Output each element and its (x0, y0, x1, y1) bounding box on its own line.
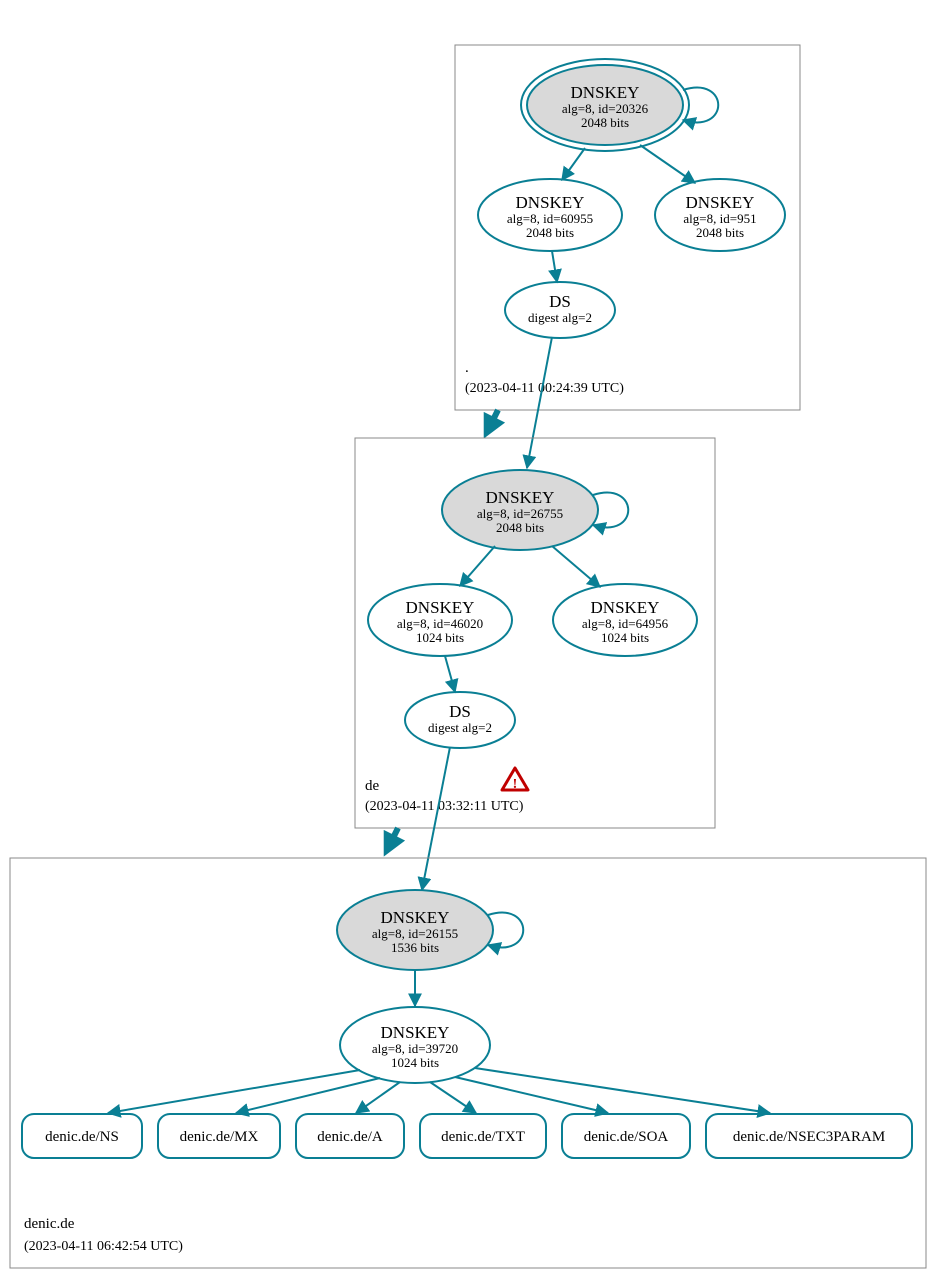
zone-de: de (2023-04-11 03:32:11 UTC) ! DNSKEY al… (355, 438, 715, 828)
edge-de-ksk-zsk2 (552, 546, 600, 587)
warning-icon[interactable]: ! (502, 768, 528, 792)
zone-denic-label: denic.de (24, 1216, 75, 1232)
node-denic-zsk[interactable]: DNSKEY alg=8, id=39720 1024 bits (340, 1007, 490, 1083)
zone-root: . (2023-04-11 00:24:39 UTC) DNSKEY alg=8… (455, 45, 800, 410)
edge-zsk-txt (430, 1082, 476, 1113)
record-nsec3param[interactable]: denic.de/NSEC3PARAM (706, 1114, 912, 1158)
zone-denic: denic.de (2023-04-11 06:42:54 UTC) DNSKE… (10, 858, 926, 1268)
svg-text:1024 bits: 1024 bits (601, 630, 649, 645)
svg-text:DS: DS (549, 292, 571, 311)
zone-de-timestamp: (2023-04-11 03:32:11 UTC) (365, 799, 524, 814)
node-root-zsk1[interactable]: DNSKEY alg=8, id=60955 2048 bits (478, 179, 622, 251)
node-de-zsk2[interactable]: DNSKEY alg=8, id=64956 1024 bits (553, 584, 697, 656)
zone-root-timestamp: (2023-04-11 00:24:39 UTC) (465, 381, 624, 396)
svg-text:alg=8, id=46020: alg=8, id=46020 (397, 616, 483, 631)
node-de-zsk1[interactable]: DNSKEY alg=8, id=46020 1024 bits (368, 584, 512, 656)
svg-text:DNSKEY: DNSKEY (516, 193, 585, 212)
edge-root-ds-to-de-ksk (527, 337, 552, 468)
svg-text:alg=8, id=20326: alg=8, id=20326 (562, 101, 649, 116)
edge-de-ds-to-denic-ksk (422, 747, 450, 890)
svg-text:DNSKEY: DNSKEY (381, 908, 450, 927)
record-ns[interactable]: denic.de/NS (22, 1114, 142, 1158)
svg-text:alg=8, id=39720: alg=8, id=39720 (372, 1041, 458, 1056)
record-mx[interactable]: denic.de/MX (158, 1114, 280, 1158)
svg-text:alg=8, id=64956: alg=8, id=64956 (582, 616, 669, 631)
svg-text:DNSKEY: DNSKEY (486, 488, 555, 507)
svg-text:DNSKEY: DNSKEY (571, 83, 640, 102)
svg-text:denic.de/NS: denic.de/NS (45, 1129, 119, 1145)
node-root-ds[interactable]: DS digest alg=2 (505, 282, 615, 338)
node-root-zsk2[interactable]: DNSKEY alg=8, id=951 2048 bits (655, 179, 785, 251)
record-a[interactable]: denic.de/A (296, 1114, 404, 1158)
edge-de-ksk-zsk1 (460, 546, 495, 586)
edge-zsk-mx (236, 1078, 380, 1113)
svg-text:DNSKEY: DNSKEY (591, 598, 660, 617)
svg-text:2048 bits: 2048 bits (496, 520, 544, 535)
edge-de-to-denic (388, 828, 398, 848)
svg-text:denic.de/NSEC3PARAM: denic.de/NSEC3PARAM (733, 1129, 885, 1145)
edge-zsk-nsec3 (475, 1068, 770, 1113)
svg-text:denic.de/TXT: denic.de/TXT (441, 1129, 525, 1145)
svg-text:1536 bits: 1536 bits (391, 940, 439, 955)
svg-text:DNSKEY: DNSKEY (686, 193, 755, 212)
svg-text:denic.de/MX: denic.de/MX (180, 1129, 259, 1145)
edge-zsk-soa (455, 1077, 608, 1113)
svg-text:2048 bits: 2048 bits (581, 115, 629, 130)
svg-text:alg=8, id=60955: alg=8, id=60955 (507, 211, 593, 226)
edge-root-to-de (488, 410, 498, 430)
record-soa[interactable]: denic.de/SOA (562, 1114, 690, 1158)
svg-text:2048 bits: 2048 bits (696, 225, 744, 240)
node-root-ksk[interactable]: DNSKEY alg=8, id=20326 2048 bits (521, 59, 689, 151)
svg-text:digest alg=2: digest alg=2 (528, 310, 592, 325)
svg-text:DNSKEY: DNSKEY (406, 598, 475, 617)
node-denic-ksk[interactable]: DNSKEY alg=8, id=26155 1536 bits (337, 890, 493, 970)
node-de-ds[interactable]: DS digest alg=2 (405, 692, 515, 748)
svg-text:!: ! (513, 777, 518, 792)
node-de-ksk[interactable]: DNSKEY alg=8, id=26755 2048 bits (442, 470, 598, 550)
svg-text:DNSKEY: DNSKEY (381, 1023, 450, 1042)
edge-root-ksk-zsk1 (562, 148, 585, 180)
svg-text:denic.de/SOA: denic.de/SOA (584, 1129, 669, 1145)
svg-text:alg=8, id=26755: alg=8, id=26755 (477, 506, 563, 521)
svg-text:alg=8, id=26155: alg=8, id=26155 (372, 926, 458, 941)
zone-de-label: de (365, 778, 380, 794)
svg-text:2048 bits: 2048 bits (526, 225, 574, 240)
svg-text:DS: DS (449, 702, 471, 721)
svg-text:alg=8, id=951: alg=8, id=951 (683, 211, 756, 226)
zone-denic-timestamp: (2023-04-11 06:42:54 UTC) (24, 1239, 183, 1254)
edge-root-ksk-zsk2 (640, 145, 695, 183)
edge-root-zsk1-ds (552, 251, 557, 282)
svg-text:denic.de/A: denic.de/A (317, 1129, 383, 1145)
record-txt[interactable]: denic.de/TXT (420, 1114, 546, 1158)
edge-de-zsk1-ds (445, 656, 455, 692)
zone-root-label: . (465, 360, 469, 376)
svg-text:1024 bits: 1024 bits (391, 1055, 439, 1070)
record-boxes: denic.de/NS denic.de/MX denic.de/A denic… (22, 1114, 912, 1158)
svg-text:1024 bits: 1024 bits (416, 630, 464, 645)
edge-zsk-a (356, 1082, 400, 1113)
svg-text:digest alg=2: digest alg=2 (428, 720, 492, 735)
